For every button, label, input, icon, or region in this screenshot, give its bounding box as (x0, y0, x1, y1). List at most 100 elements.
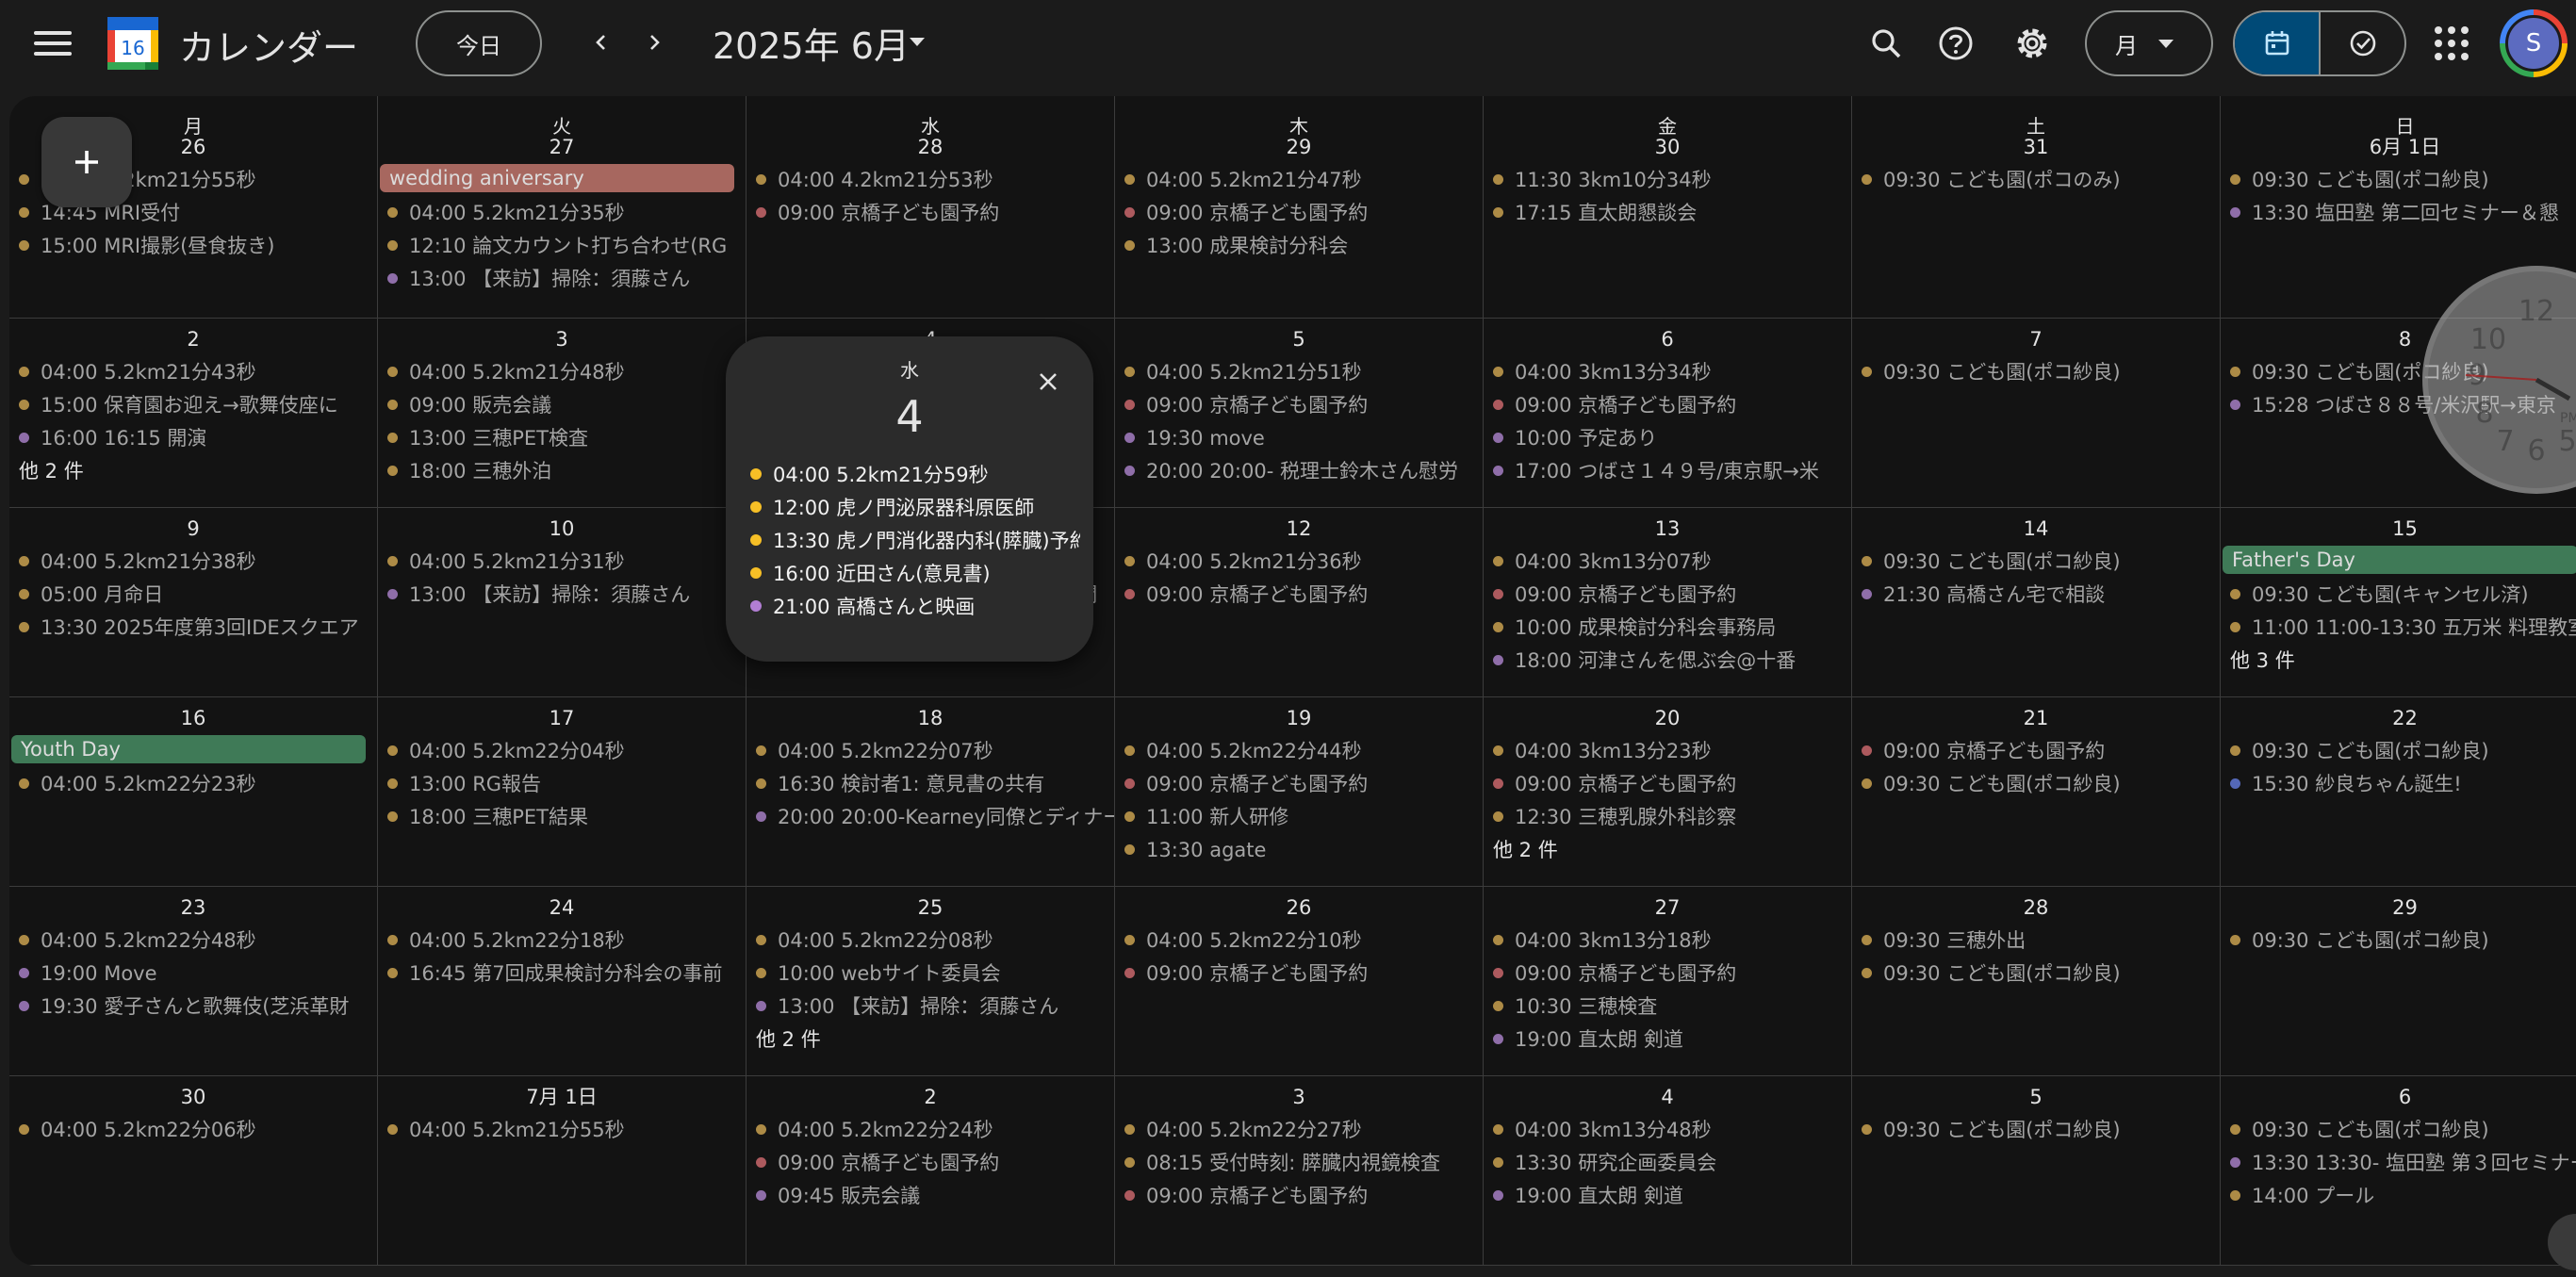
event-chip[interactable]: 04:00 5.2km21分48秒 (378, 356, 746, 389)
event-chip[interactable]: 04:00 5.2km22分06秒 (9, 1114, 377, 1147)
current-date-label[interactable]: 2025年 6月 (713, 17, 910, 69)
event-chip[interactable]: 04:00 5.2km22分27秒 (1115, 1114, 1483, 1147)
event-chip[interactable]: 19:00 直太朗 剣道 (1484, 1023, 1851, 1056)
day-cell[interactable]: 27 04:00 3km13分18秒 09:00 京橋子ども園予約 10:30 三穂検… (1484, 887, 1852, 1076)
day-cell[interactable]: 26 04:00 5.2km22分10秒 09:00 京橋子ども園予約 (1115, 887, 1484, 1076)
event-chip[interactable]: 21:30 高橋さん宅で相談 (1852, 579, 2220, 612)
day-number[interactable]: 30 (1484, 134, 1851, 160)
event-chip[interactable]: 09:00 京橋子ども園予約 (1115, 1180, 1483, 1213)
day-cell[interactable]: 28 09:30 三穂外出 09:30 こども園(ポコ紗良) (1852, 887, 2221, 1076)
day-cell[interactable]: 7 09:30 こども園(ポコ紗良) (1852, 319, 2221, 508)
event-chip[interactable]: 13:30 研究企画委員会 (1484, 1147, 1851, 1180)
event-chip[interactable]: 13:00 三穂PET検査 (378, 422, 746, 455)
event-chip[interactable]: 04:00 5.2km22分07秒 (747, 735, 1114, 768)
day-cell[interactable]: 15 Father's Day 09:30 こども園(キャンセル済) 11:00 11… (2221, 508, 2576, 697)
event-chip[interactable]: 09:00 京橋子ども園予約 (1484, 958, 1851, 990)
event-chip[interactable]: 09:30 こども園(ポコ紗良) (2221, 164, 2576, 197)
day-number[interactable]: 5 (1115, 326, 1483, 352)
day-number[interactable]: 13 (1484, 516, 1851, 542)
day-number[interactable]: 10 (378, 516, 746, 542)
event-chip[interactable]: 04:00 5.2km21分38秒 (9, 546, 377, 579)
day-cell[interactable]: 10 04:00 5.2km21分31秒 13:00 【来訪】掃除：須藤さん (378, 508, 747, 697)
event-chip[interactable]: 09:30 こども園(ポコ紗良) (1852, 768, 2220, 801)
day-cell[interactable]: 3 04:00 5.2km22分27秒 08:15 受付時刻: 膵臓内視鏡検査 09:… (1115, 1076, 1484, 1266)
event-chip[interactable]: 13:30 13:30- 塩田塾 第３回セミナー (2221, 1147, 2576, 1180)
popup-event-chip[interactable]: 12:00 虎ノ門泌尿器科原医師 (750, 492, 1080, 525)
event-chip[interactable]: 16:45 第7回成果検討分科会の事前 (378, 958, 746, 990)
event-chip[interactable]: 04:00 5.2km22分23秒 (9, 768, 377, 801)
event-chip[interactable]: 09:00 京橋子ども園予約 (1484, 768, 1851, 801)
event-chip[interactable]: 09:30 こども園(ポコ紗良) (1852, 546, 2220, 579)
day-number[interactable]: 6 (2221, 1084, 2576, 1110)
help-button[interactable] (1933, 21, 1978, 66)
google-apps-button[interactable] (2435, 26, 2469, 60)
account-button[interactable]: S (2500, 9, 2568, 77)
event-chip[interactable]: 04:00 5.2km21分55秒 (378, 1114, 746, 1147)
event-chip[interactable]: 09:00 京橋子ども園予約 (1852, 735, 2220, 768)
day-number[interactable]: 5 (1852, 1084, 2220, 1110)
day-cell[interactable]: 21 09:00 京橋子ども園予約 09:30 こども園(ポコ紗良) (1852, 697, 2221, 887)
popup-event-chip[interactable]: 13:30 虎ノ門消化器内科(膵臓)予約 (750, 525, 1080, 558)
event-chip[interactable]: 10:30 三穂検査 (1484, 990, 1851, 1023)
event-chip[interactable]: 16:30 検討者1: 意見書の共有 (747, 768, 1114, 801)
day-number[interactable]: 7月 1日 (378, 1084, 746, 1110)
event-chip[interactable]: 04:00 5.2km22分24秒 (747, 1114, 1114, 1147)
day-number[interactable]: 6 (1484, 326, 1851, 352)
event-chip[interactable]: 11:30 3km10分34秒 (1484, 164, 1851, 197)
day-number[interactable]: 19 (1115, 705, 1483, 731)
event-chip[interactable]: 15:30 紗良ちゃん誕生! (2221, 768, 2576, 801)
search-button[interactable] (1863, 21, 1909, 66)
day-cell[interactable]: 金 30 11:30 3km10分34秒 17:15 直太朗懇談会 (1484, 96, 1852, 319)
day-number[interactable]: 18 (747, 705, 1114, 731)
day-number[interactable]: 6月 1日 (2221, 134, 2576, 160)
event-chip[interactable]: 13:00 【来訪】掃除：須藤さん (378, 263, 746, 296)
event-chip[interactable]: 18:00 三穂PET結果 (378, 801, 746, 834)
settings-button[interactable] (2010, 21, 2055, 66)
main-menu-button[interactable] (34, 26, 72, 60)
event-chip[interactable]: 04:00 3km13分34秒 (1484, 356, 1851, 389)
event-chip[interactable]: 09:30 こども園(ポコ紗良) (2221, 1114, 2576, 1147)
day-number[interactable]: 31 (1852, 134, 2220, 160)
day-cell[interactable]: 24 04:00 5.2km22分18秒 16:45 第7回成果検討分科会の事前 (378, 887, 747, 1076)
day-number[interactable]: 24 (378, 894, 746, 921)
day-cell[interactable]: 3 04:00 5.2km21分48秒 09:00 販売会議 13:00 三穂PET検… (378, 319, 747, 508)
event-chip[interactable]: 04:00 5.2km22分48秒 (9, 925, 377, 958)
day-number[interactable]: 27 (1484, 894, 1851, 921)
day-number[interactable]: 16 (9, 705, 377, 731)
event-chip[interactable]: 04:00 3km13分07秒 (1484, 546, 1851, 579)
all-day-event[interactable]: Father's Day (2223, 546, 2576, 574)
next-month-button[interactable] (632, 21, 676, 64)
event-chip[interactable]: 09:00 京橋子ども園予約 (1484, 579, 1851, 612)
event-chip[interactable]: 04:00 3km13分23秒 (1484, 735, 1851, 768)
more-events-link[interactable]: 他 3 件 (2221, 645, 2576, 678)
day-cell[interactable]: 水 28 04:00 4.2km21分53秒 09:00 京橋子ども園予約 (747, 96, 1115, 319)
event-chip[interactable]: 14:00 プール (2221, 1180, 2576, 1213)
event-chip[interactable]: 09:30 こども園(ポコのみ) (1852, 164, 2220, 197)
day-cell[interactable]: 2 04:00 5.2km21分43秒 15:00 保育園お迎え→歌舞伎座に 16:0… (9, 319, 378, 508)
day-cell[interactable]: 火 27 wedding aniversary 04:00 5.2km21分35秒 12… (378, 96, 747, 319)
day-cell[interactable]: 6 04:00 3km13分34秒 09:00 京橋子ども園予約 10:00 予定あり… (1484, 319, 1852, 508)
event-chip[interactable]: 09:00 京橋子ども園予約 (747, 197, 1114, 230)
event-chip[interactable]: 12:30 三穂乳腺外科診察 (1484, 801, 1851, 834)
day-number[interactable]: 12 (1115, 516, 1483, 542)
event-chip[interactable]: 09:00 販売会議 (378, 389, 746, 422)
day-number[interactable]: 3 (378, 326, 746, 352)
event-chip[interactable]: 15:00 保育園お迎え→歌舞伎座に (9, 389, 377, 422)
day-number[interactable]: 27 (378, 134, 746, 160)
event-chip[interactable]: 19:00 Move (9, 958, 377, 990)
day-number[interactable]: 26 (1115, 894, 1483, 921)
event-chip[interactable]: 17:00 つばさ１４９号/東京駅→米 (1484, 455, 1851, 488)
day-number[interactable]: 23 (9, 894, 377, 921)
day-cell[interactable]: 12 04:00 5.2km21分36秒 09:00 京橋子ども園予約 (1115, 508, 1484, 697)
day-cell[interactable]: 30 04:00 5.2km22分06秒 (9, 1076, 378, 1266)
event-chip[interactable]: 19:00 直太朗 剣道 (1484, 1180, 1851, 1213)
day-number[interactable]: 7 (1852, 326, 2220, 352)
day-cell[interactable]: 22 09:30 こども園(ポコ紗良) 15:30 紗良ちゃん誕生! (2221, 697, 2576, 887)
event-chip[interactable]: 04:00 5.2km21分47秒 (1115, 164, 1483, 197)
event-chip[interactable]: 13:00 成果検討分科会 (1115, 230, 1483, 263)
event-chip[interactable]: 09:30 こども園(ポコ紗良) (2221, 735, 2576, 768)
close-popup-button[interactable] (1027, 361, 1069, 402)
previous-month-button[interactable] (580, 21, 623, 64)
day-number[interactable]: 29 (1115, 134, 1483, 160)
day-cell[interactable]: 5 04:00 5.2km21分51秒 09:00 京橋子ども園予約 19:30 mo… (1115, 319, 1484, 508)
